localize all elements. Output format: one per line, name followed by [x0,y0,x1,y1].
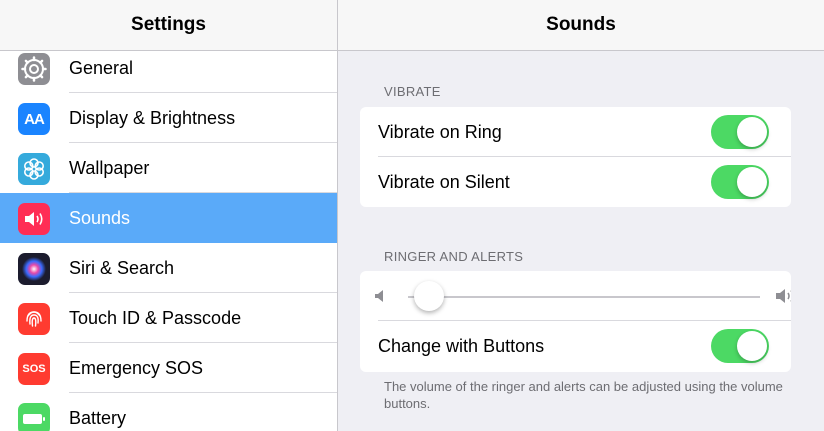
sidebar-item-label: General [69,58,134,78]
sidebar-item-display-brightness[interactable]: AA Display & Brightness [0,93,337,143]
sidebar-item-label: Siri & Search [69,258,175,278]
gear-icon [18,53,50,85]
page-title: Sounds [338,0,824,51]
battery-icon [18,403,50,431]
sidebar-item-wallpaper[interactable]: Wallpaper [0,143,337,193]
sidebar-item-label: Sounds [69,208,131,228]
sidebar-item-label: Touch ID & Passcode [69,308,242,328]
sidebar-item-siri-search[interactable]: Siri & Search [0,243,337,293]
sidebar-item-battery[interactable]: Battery [0,393,337,431]
siri-icon [18,253,50,285]
sidebar-item-sounds[interactable]: Sounds [0,193,337,243]
flower-icon [18,153,50,185]
row-label: Change with Buttons [378,336,545,356]
sounds-detail-pane: Sounds VIBRATE Vibrate on Ring Vibrate o… [338,0,824,431]
row-label: Vibrate on Silent [378,172,510,192]
toggle-knob [737,167,767,197]
volume-low-icon [374,289,386,308]
display-brightness-icon: AA [18,103,50,135]
vibrate-on-silent-row: Vibrate on Silent [360,157,791,207]
vibrate-on-ring-row: Vibrate on Ring [360,107,791,157]
volume-slider-track[interactable] [408,296,760,298]
vibrate-group: Vibrate on Ring Vibrate on Silent [360,107,791,207]
sidebar-item-label: Wallpaper [69,158,150,178]
sidebar-item-label: Battery [69,408,127,428]
fingerprint-icon [18,303,50,335]
sidebar-item-touch-id-passcode[interactable]: Touch ID & Passcode [0,293,337,343]
ringer-group: Change with Buttons [360,271,791,372]
volume-slider-thumb[interactable] [414,281,444,311]
speaker-icon [18,203,50,235]
vibrate-on-ring-toggle[interactable] [711,115,769,149]
sidebar-item-label: Display & Brightness [69,108,236,128]
toggle-knob [737,117,767,147]
volume-high-icon [775,286,791,311]
sos-icon: SOS [18,353,50,385]
volume-slider-row [360,271,791,321]
vibrate-section-header: VIBRATE [384,84,441,99]
sidebar-item-emergency-sos[interactable]: SOS Emergency SOS [0,343,337,393]
sos-glyph: SOS [22,363,46,375]
ringer-section-header: RINGER AND ALERTS [384,249,524,264]
sidebar-item-general[interactable]: General [0,43,337,93]
toggle-knob [737,331,767,361]
settings-sidebar: Settings General AA Display & Brightness… [0,0,338,431]
row-label: Vibrate on Ring [378,122,502,142]
change-with-buttons-row: Change with Buttons [360,321,791,371]
aa-glyph: AA [24,110,45,128]
sidebar-item-label: Emergency SOS [69,358,204,378]
ringer-footnote: The volume of the ringer and alerts can … [384,379,783,411]
change-with-buttons-toggle[interactable] [711,329,769,363]
vibrate-on-silent-toggle[interactable] [711,165,769,199]
